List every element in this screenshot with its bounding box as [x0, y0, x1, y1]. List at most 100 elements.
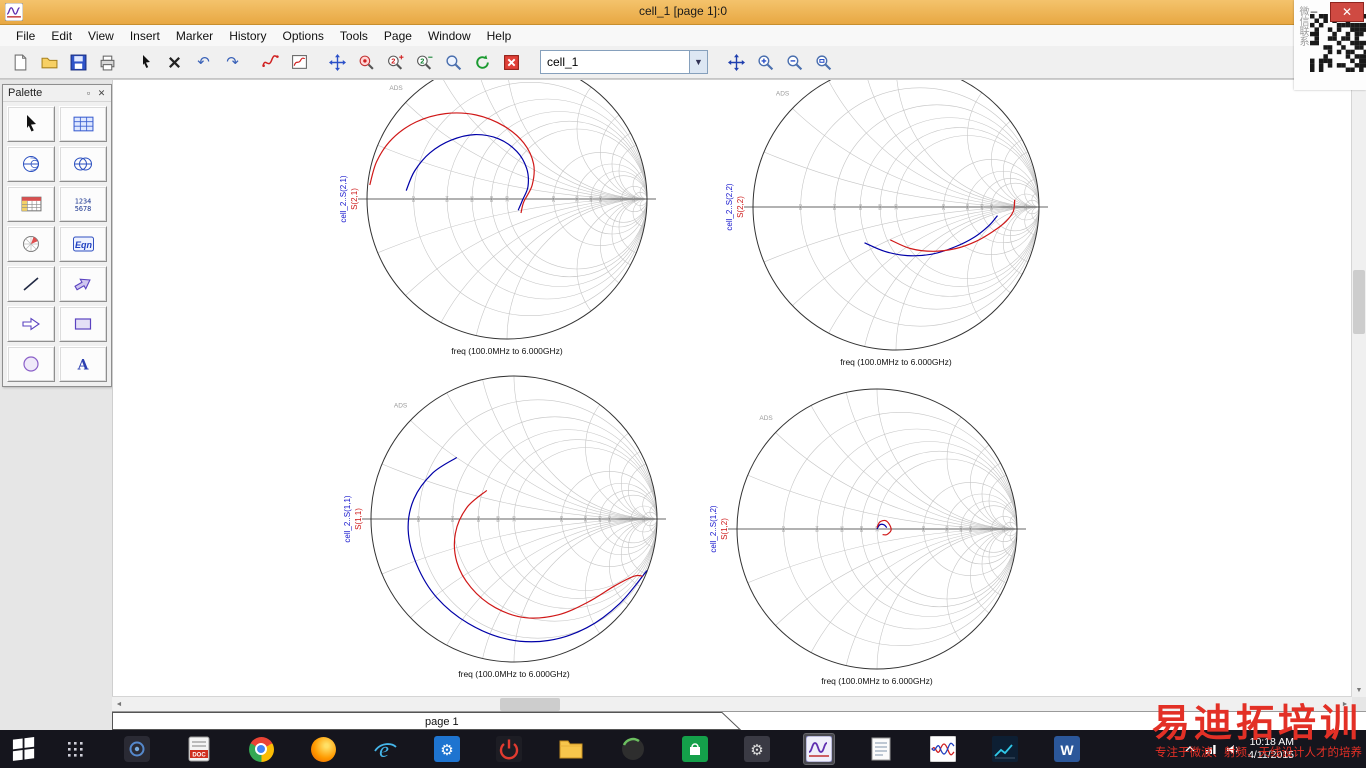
scroll-down-arrow[interactable]: ▼ [1352, 684, 1366, 697]
redo-button[interactable]: ↷ [218, 49, 247, 76]
save-button[interactable] [64, 49, 93, 76]
window-titlebar: cell_1 [page 1]:0 [0, 0, 1366, 25]
taskbar-clock[interactable]: 10:18 AM 4/11/2015 [1248, 736, 1294, 762]
zoom-in-2x-button[interactable]: 2 [381, 49, 410, 76]
minimize-button[interactable]: – [1301, 2, 1327, 20]
palette-rectangle-button[interactable] [59, 306, 107, 342]
trace-s-2-1-[interactable] [369, 112, 535, 214]
zoom-area-button[interactable] [809, 49, 838, 76]
fit-view-button[interactable] [722, 49, 751, 76]
taskbar-power[interactable] [494, 734, 524, 764]
palette-equation-button[interactable]: Eqn [59, 226, 107, 262]
menu-history[interactable]: History [221, 27, 274, 45]
palette-circle-button[interactable] [7, 346, 55, 382]
taskbar-start[interactable] [4, 734, 44, 764]
close-button[interactable]: ✕ [1330, 2, 1364, 22]
page-tab-label[interactable]: page 1 [425, 716, 459, 728]
menu-options[interactable]: Options [275, 27, 332, 45]
vertical-scrollbar[interactable]: ▲ ▼ [1351, 80, 1366, 697]
dataset-dropdown[interactable]: cell_1 ▼ [540, 50, 708, 74]
toolbar-left-group: ↶ ↷ 2 2 [6, 49, 526, 76]
pan-view-button[interactable] [323, 49, 352, 76]
palette-smith-chart-button[interactable] [7, 146, 55, 182]
palette-list-grid-button[interactable] [59, 106, 107, 142]
menu-edit[interactable]: Edit [43, 27, 80, 45]
trace-cell-2-s-2-2-[interactable] [864, 215, 998, 257]
menu-insert[interactable]: Insert [122, 27, 168, 45]
palette-smith-chart-2-button[interactable] [59, 146, 107, 182]
zoom-point-button[interactable] [352, 49, 381, 76]
taskbar-scope-app[interactable] [928, 734, 958, 764]
delete-button[interactable] [160, 49, 189, 76]
palette-close-button[interactable]: ✕ [95, 88, 108, 99]
taskbar-app-doc[interactable]: DOC [184, 734, 214, 764]
open-button[interactable] [35, 49, 64, 76]
taskbar-chrome[interactable] [246, 734, 276, 764]
palette-line-button[interactable] [7, 266, 55, 302]
vertical-scroll-thumb[interactable] [1353, 270, 1365, 334]
svg-text:0.6: 0.6 [476, 515, 481, 522]
freq-axis-label: freq (100.0MHz to 6.000GHz) [840, 357, 952, 367]
taskbar-file-explorer[interactable] [556, 734, 586, 764]
zoom-window-button[interactable] [439, 49, 468, 76]
palette-arrow-button[interactable] [59, 266, 107, 302]
taskbar-touch-grid[interactable] [60, 734, 90, 764]
zoom-out-button[interactable] [780, 49, 809, 76]
menu-file[interactable]: File [8, 27, 43, 45]
table-icon [21, 195, 42, 213]
page-canvas[interactable]: 0.2 0.4 0.6 0.8 1.0 2.0 3.0 4.0 5.0 10 20 ADS cell_2… [112, 58, 1352, 697]
horizontal-scrollbar[interactable]: ◄ ► [112, 696, 1352, 712]
svg-text:20: 20 [641, 516, 646, 522]
taskbar-firefox[interactable] [308, 734, 338, 764]
insert-trace-button[interactable] [256, 49, 285, 76]
palette-arrow-outline-button[interactable] [7, 306, 55, 342]
taskbar-app-camera[interactable] [122, 734, 152, 764]
taskbar-control-panel[interactable]: ⚙ [742, 734, 772, 764]
menu-view[interactable]: View [80, 27, 122, 45]
print-button[interactable] [93, 49, 122, 76]
zoom-in-button[interactable] [751, 49, 780, 76]
scroll-right-arrow[interactable]: ► [1338, 697, 1352, 712]
trace-s-2-2-[interactable] [890, 199, 1016, 252]
menu-page[interactable]: Page [376, 27, 420, 45]
taskbar-analyzer-app[interactable] [990, 734, 1020, 764]
taskbar-app-dark[interactable] [618, 734, 648, 764]
stop-button[interactable] [497, 49, 526, 76]
scroll-left-arrow[interactable]: ◄ [112, 697, 126, 712]
network-icon[interactable] [1205, 744, 1217, 754]
zoom-out-2x-button[interactable]: 2 [410, 49, 439, 76]
taskbar-settings-tile[interactable]: ⚙ [432, 734, 462, 764]
new-button[interactable] [6, 49, 35, 76]
app-camera-icon [124, 736, 150, 762]
palette-stacked-data-button[interactable]: 1234 5678 [59, 186, 107, 222]
menu-help[interactable]: Help [479, 27, 520, 45]
taskbar: DOC e ⚙ ⚙ W 10:18 AM 4/11/2015 [0, 730, 1366, 768]
menu-marker[interactable]: Marker [168, 27, 221, 45]
tray-expand-icon[interactable] [1184, 744, 1196, 754]
insert-plot-button[interactable] [285, 49, 314, 76]
taskbar-internet-explorer[interactable]: e [370, 734, 400, 764]
taskbar-word[interactable]: W [1052, 734, 1082, 764]
pointer-button[interactable] [131, 49, 160, 76]
palette-pointer-button[interactable] [7, 106, 55, 142]
taskbar-notepad[interactable] [866, 734, 896, 764]
palette-table-button[interactable] [7, 186, 55, 222]
svg-text:3.0: 3.0 [583, 515, 588, 522]
palette-text-tool-button[interactable]: A [59, 346, 107, 382]
palette-polar-chart-button[interactable] [7, 226, 55, 262]
freq-axis-label: freq (100.0MHz to 6.000GHz) [451, 346, 563, 356]
svg-text:0.6: 0.6 [858, 203, 863, 210]
undo-icon: ↶ [197, 53, 210, 71]
palette-float-button[interactable]: ▫ [82, 88, 95, 98]
menu-window[interactable]: Window [420, 27, 479, 45]
undo-button[interactable]: ↶ [189, 49, 218, 76]
taskbar-store[interactable] [680, 734, 710, 764]
horizontal-scroll-thumb[interactable] [500, 698, 560, 711]
refresh-button[interactable] [468, 49, 497, 76]
menu-tools[interactable]: Tools [332, 27, 376, 45]
smith-grid [753, 64, 1040, 350]
chevron-down-icon[interactable]: ▼ [689, 51, 707, 73]
taskbar-ads-data-display[interactable] [803, 733, 835, 765]
palette-grid: 1234 5678 Eqn A [3, 102, 111, 386]
volume-icon[interactable] [1226, 744, 1239, 755]
